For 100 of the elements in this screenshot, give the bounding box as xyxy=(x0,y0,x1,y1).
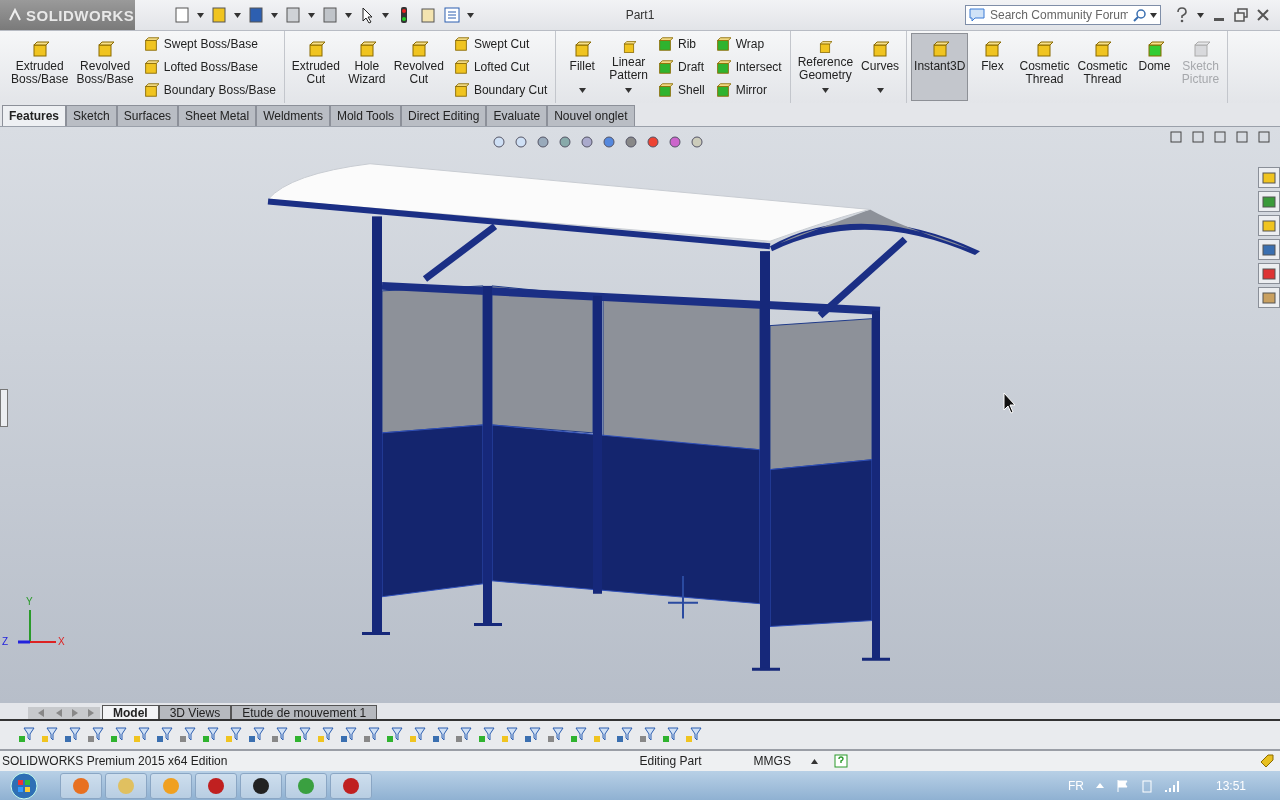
filter-icon[interactable] xyxy=(271,726,289,744)
filter-icon[interactable] xyxy=(639,726,657,744)
filter-icon[interactable] xyxy=(340,726,358,744)
caret-icon[interactable] xyxy=(382,12,389,18)
ribbon-button[interactable]: Flex xyxy=(970,33,1015,101)
model-tab[interactable]: 3D Views xyxy=(158,705,232,719)
caret-icon[interactable] xyxy=(308,12,315,18)
toolbar-icon[interactable] xyxy=(210,6,228,24)
filter-icon[interactable] xyxy=(409,726,427,744)
filter-icon[interactable] xyxy=(501,726,519,744)
toolbar-icon[interactable] xyxy=(173,6,191,24)
task-pane-button[interactable] xyxy=(1258,167,1280,188)
filter-icon[interactable] xyxy=(41,726,59,744)
caret-icon[interactable] xyxy=(197,12,204,18)
filter-icon[interactable] xyxy=(133,726,151,744)
filter-icon[interactable] xyxy=(87,726,105,744)
filter-icon[interactable] xyxy=(18,726,36,744)
filter-icon[interactable] xyxy=(616,726,634,744)
ribbon-button[interactable]: Draft xyxy=(653,59,709,75)
tab-scroll-arrows-icon[interactable] xyxy=(28,707,100,719)
view-tool-icon[interactable] xyxy=(492,135,508,151)
task-pane-button[interactable] xyxy=(1258,215,1280,236)
ribbon-tab[interactable]: Evaluate xyxy=(486,105,548,126)
filter-icon[interactable] xyxy=(662,726,680,744)
ribbon-button[interactable]: Swept Boss/Base xyxy=(138,36,280,53)
filter-icon[interactable] xyxy=(202,726,220,744)
ribbon-button[interactable]: Reference Geometry xyxy=(794,33,857,101)
ribbon-button[interactable]: Curves xyxy=(858,33,903,101)
ribbon-tab[interactable]: Nouvel onglet xyxy=(547,105,635,126)
ribbon-button[interactable]: Shell xyxy=(653,81,709,98)
ribbon-button[interactable]: Cosmetic Thread xyxy=(1074,33,1131,101)
units-text[interactable]: MMGS xyxy=(753,754,791,768)
task-pane-button[interactable] xyxy=(1258,191,1280,212)
filter-icon[interactable] xyxy=(248,726,266,744)
caret-icon[interactable] xyxy=(271,12,278,18)
ribbon-button[interactable]: Instant3D xyxy=(911,33,969,101)
ribbon-button[interactable]: Lofted Cut xyxy=(448,59,552,75)
ribbon-button[interactable]: Extruded Boss/Base xyxy=(8,33,72,101)
caret-icon[interactable] xyxy=(1197,12,1204,18)
caret-icon[interactable] xyxy=(578,88,586,93)
filter-icon[interactable] xyxy=(685,726,703,744)
ribbon-button[interactable]: Dome xyxy=(1132,33,1177,101)
ribbon-button[interactable]: Revolved Boss/Base xyxy=(73,33,137,101)
ribbon-button[interactable]: Revolved Cut xyxy=(390,33,447,101)
ribbon-button[interactable]: Swept Cut xyxy=(448,36,552,53)
ribbon-button[interactable]: Mirror xyxy=(710,81,786,98)
view-tool-icon[interactable] xyxy=(646,135,662,151)
filter-icon[interactable] xyxy=(294,726,312,744)
filter-icon[interactable] xyxy=(547,726,565,744)
help-icon[interactable] xyxy=(1175,7,1189,23)
toolbar-icon[interactable] xyxy=(321,6,339,24)
ribbon-tab[interactable]: Sheet Metal xyxy=(178,105,257,126)
help-icon[interactable] xyxy=(833,754,848,768)
caret-icon[interactable] xyxy=(1150,12,1157,18)
search-icon[interactable] xyxy=(1133,8,1147,22)
filter-icon[interactable] xyxy=(455,726,473,744)
caret-icon[interactable] xyxy=(821,88,829,93)
tag-icon[interactable] xyxy=(1260,754,1274,768)
ribbon-tab[interactable]: Mold Tools xyxy=(329,105,402,126)
ribbon-button[interactable]: Extruded Cut xyxy=(288,33,343,101)
ribbon-button[interactable]: Cosmetic Thread xyxy=(1016,33,1073,101)
filter-icon[interactable] xyxy=(317,726,335,744)
caret-icon[interactable] xyxy=(345,12,352,18)
view-tool-icon[interactable] xyxy=(624,135,640,151)
view-tool-icon[interactable] xyxy=(690,135,706,151)
caret-up-icon[interactable] xyxy=(810,758,818,764)
ribbon-button[interactable]: Lofted Boss/Base xyxy=(138,59,280,75)
ribbon-tab[interactable]: Features xyxy=(2,105,67,126)
filter-icon[interactable] xyxy=(363,726,381,744)
caret-icon[interactable] xyxy=(234,12,241,18)
task-pane-button[interactable] xyxy=(1258,287,1280,308)
ribbon-button[interactable]: Intersect xyxy=(710,59,786,75)
caret-icon[interactable] xyxy=(876,88,884,93)
caret-icon[interactable] xyxy=(467,12,474,18)
view-tool-icon[interactable] xyxy=(668,135,684,151)
ribbon-tab[interactable]: Surfaces xyxy=(116,105,179,126)
ribbon-tab[interactable]: Sketch xyxy=(66,105,117,126)
view-tool-icon[interactable] xyxy=(536,135,552,151)
filter-icon[interactable] xyxy=(110,726,128,744)
filter-icon[interactable] xyxy=(156,726,174,744)
model-tab[interactable]: Model xyxy=(102,705,159,719)
toolbar-icon[interactable] xyxy=(247,6,265,24)
ribbon-button[interactable]: Rib xyxy=(653,36,709,53)
ribbon-tab[interactable]: Weldments xyxy=(256,105,330,126)
model-tab[interactable]: Etude de mouvement 1 xyxy=(231,705,378,719)
ribbon-button[interactable]: Hole Wizard xyxy=(344,33,389,101)
filter-icon[interactable] xyxy=(593,726,611,744)
flag-icon[interactable] xyxy=(1115,778,1130,793)
filter-icon[interactable] xyxy=(570,726,588,744)
view-tool-icon[interactable] xyxy=(602,135,618,151)
filter-icon[interactable] xyxy=(386,726,404,744)
ribbon-button[interactable]: Fillet xyxy=(560,33,605,101)
filter-icon[interactable] xyxy=(432,726,450,744)
filter-icon[interactable] xyxy=(524,726,542,744)
view-tool-icon[interactable] xyxy=(514,135,530,151)
task-pane-button[interactable] xyxy=(1258,263,1280,284)
clipboard-icon[interactable] xyxy=(419,6,437,24)
signal-icon[interactable] xyxy=(1163,778,1180,793)
caret-icon[interactable] xyxy=(625,88,633,93)
ribbon-button[interactable]: Boundary Cut xyxy=(448,81,552,98)
